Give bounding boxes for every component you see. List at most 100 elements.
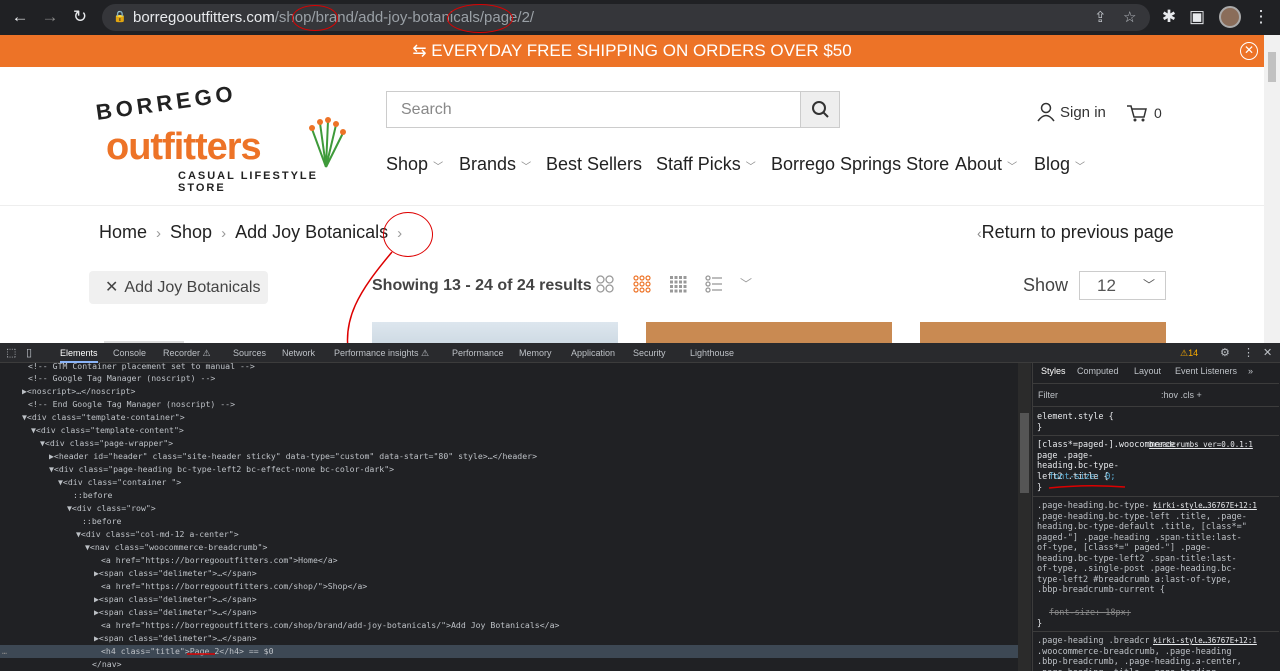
- nav-about[interactable]: About ﹀: [955, 154, 1017, 175]
- dom-node[interactable]: ▼<div class="template-content">: [31, 424, 184, 437]
- close-icon[interactable]: ✕: [1263, 343, 1272, 363]
- pseudo-element[interactable]: ::before: [82, 515, 121, 528]
- style-tools[interactable]: :hov .cls +: [1161, 390, 1202, 400]
- tab-layout[interactable]: Layout: [1134, 366, 1161, 376]
- dom-node[interactable]: <!-- End Google Tag Manager (noscript) -…: [28, 398, 235, 411]
- lock-icon: 🔒: [113, 11, 127, 23]
- gear-icon[interactable]: ⚙: [1220, 343, 1230, 363]
- dom-node[interactable]: ▶<header id="header" class="site-header …: [49, 450, 537, 463]
- tab-application[interactable]: Application: [571, 343, 615, 363]
- dom-node[interactable]: ▶<span class="delimeter">…</span>: [94, 593, 257, 606]
- dom-node[interactable]: ▼<div class="col-md-12 a-center">: [76, 528, 239, 541]
- nav-blog[interactable]: Blog ﹀: [1034, 154, 1085, 175]
- nav-staff-picks[interactable]: Staff Picks ﹀: [656, 154, 756, 175]
- tab-memory[interactable]: Memory: [519, 343, 552, 363]
- dom-node[interactable]: ▼<div class="row">: [67, 502, 156, 515]
- elements-scrollbar[interactable]: [1018, 363, 1031, 671]
- tab-event-listeners[interactable]: Event Listeners: [1175, 366, 1237, 376]
- issues-badge[interactable]: ⚠14: [1180, 343, 1198, 363]
- tab-recorder[interactable]: Recorder ⚠: [163, 343, 211, 363]
- tab-styles[interactable]: Styles: [1041, 366, 1066, 376]
- close-icon[interactable]: ✕: [1240, 42, 1258, 60]
- tab-performance[interactable]: Performance: [452, 343, 504, 363]
- chevron-down-icon: ﹀: [745, 162, 756, 173]
- product-thumbnail[interactable]: [646, 322, 892, 343]
- style-source-link[interactable]: kirki-style…36767E+12:1: [1149, 501, 1277, 512]
- search-button[interactable]: [801, 91, 840, 128]
- style-source-link[interactable]: kirki-style…36767E+12:1: [1149, 636, 1277, 647]
- search-input[interactable]: Search: [386, 91, 801, 128]
- return-link[interactable]: ‹Return to previous page: [977, 222, 1174, 243]
- style-rule[interactable]: element.style {}: [1037, 412, 1265, 433]
- style-declaration[interactable]: font-size: 18px;}: [1037, 608, 1277, 629]
- close-icon[interactable]: ✕: [105, 279, 118, 296]
- dom-node[interactable]: <a href="https://borregooutfitters.com/s…: [101, 619, 559, 632]
- breadcrumb-shop[interactable]: Shop: [170, 222, 212, 242]
- dom-node[interactable]: ▼<div class="template-container">: [22, 411, 185, 424]
- style-rule[interactable]: .page-heading.bc-type-left2 .title, .pag…: [1037, 501, 1247, 607]
- dom-node[interactable]: ▼<div class="page-wrapper">: [40, 437, 173, 450]
- tab-sources[interactable]: Sources: [233, 343, 266, 363]
- dom-node[interactable]: </nav>: [92, 658, 122, 671]
- bookmark-star-icon[interactable]: ☆: [1123, 4, 1136, 31]
- elements-tree[interactable]: <!-- GTM Container placement set to manu…: [0, 363, 1018, 671]
- profile-avatar[interactable]: [1219, 6, 1241, 28]
- forward-icon[interactable]: →: [39, 6, 61, 28]
- search-icon: [812, 101, 829, 118]
- back-icon[interactable]: ←: [9, 6, 31, 28]
- dom-node[interactable]: <a href="https://borregooutfitters.com">…: [101, 554, 338, 567]
- style-source-link[interactable]: breadcrumbs_ver=0.0.1:1: [1149, 440, 1277, 451]
- list-view-icon[interactable]: [705, 275, 723, 293]
- annotation-underline: [1048, 484, 1126, 489]
- sidepanel-icon[interactable]: ▣: [1186, 6, 1208, 28]
- tab-console[interactable]: Console: [113, 343, 146, 363]
- address-bar[interactable]: 🔒 borregooutfitters.com/shop/brand/add-j…: [102, 4, 1150, 31]
- tab-network[interactable]: Network: [282, 343, 315, 363]
- device-toggle-icon[interactable]: ▯: [26, 343, 32, 363]
- dom-node[interactable]: <a href="https://borregooutfitters.com/s…: [101, 580, 367, 593]
- chevron-right-icon[interactable]: »: [1248, 366, 1253, 376]
- breadcrumb-brand[interactable]: Add Joy Botanicals: [235, 222, 388, 242]
- menu-icon[interactable]: ⋮: [1250, 6, 1272, 28]
- grid-4-icon[interactable]: [669, 275, 687, 293]
- dom-node[interactable]: ▼<div class="page-heading bc-type-left2 …: [49, 463, 394, 476]
- tab-performance-insights[interactable]: Performance insights ⚠: [334, 343, 429, 363]
- tab-security[interactable]: Security: [633, 343, 666, 363]
- inspect-icon[interactable]: ⬚: [6, 343, 16, 363]
- more-icon[interactable]: …: [2, 645, 7, 658]
- dom-node[interactable]: ▼<nav class="woocommerce-breadcrumb">: [85, 541, 267, 554]
- reload-icon[interactable]: ↻: [69, 6, 91, 28]
- extensions-icon[interactable]: ✱: [1158, 6, 1180, 28]
- dom-node[interactable]: <!-- Google Tag Manager (noscript) -->: [28, 372, 215, 385]
- active-filter-chip[interactable]: ✕ Add Joy Botanicals: [89, 271, 268, 304]
- nav-best-sellers[interactable]: Best Sellers: [546, 154, 642, 175]
- page-scrollbar[interactable]: [1264, 35, 1280, 343]
- dom-node[interactable]: ▶<span class="delimeter">…</span>: [94, 567, 257, 580]
- annotation-circle: [292, 5, 338, 31]
- grid-2-icon[interactable]: [596, 275, 614, 293]
- selected-dom-node[interactable]: <h4 class="title">Page 2</h4> == $0: [0, 645, 1018, 658]
- pseudo-element[interactable]: ::before: [73, 489, 112, 502]
- more-icon[interactable]: ⋮: [1243, 343, 1254, 363]
- dom-node[interactable]: ▶<noscript>…</noscript>: [22, 385, 135, 398]
- breadcrumb-home[interactable]: Home: [99, 222, 147, 242]
- share-icon[interactable]: ⇪: [1094, 4, 1107, 31]
- dom-node[interactable]: ▶<span class="delimeter">…</span>: [94, 632, 257, 645]
- tab-computed[interactable]: Computed: [1077, 366, 1119, 376]
- nav-brands[interactable]: Brands ﹀: [459, 154, 531, 175]
- cart-link[interactable]: 0: [1126, 103, 1162, 123]
- dom-node[interactable]: ▼<div class="container ">: [58, 476, 181, 489]
- sign-in-link[interactable]: Sign in: [1036, 102, 1106, 122]
- styles-filter-input[interactable]: Filter: [1038, 390, 1058, 400]
- dom-node[interactable]: ▶<span class="delimeter">…</span>: [94, 606, 257, 619]
- nav-store[interactable]: Borrego Springs Store: [771, 154, 949, 175]
- ocotillo-icon: [309, 117, 346, 168]
- site-logo[interactable]: BORREGO outfitters CASUAL LIFESTYLE STOR…: [94, 81, 348, 194]
- tab-elements[interactable]: Elements: [60, 343, 98, 363]
- product-thumbnail[interactable]: [920, 322, 1166, 343]
- sort-chevron-icon[interactable]: ﹀: [740, 275, 752, 292]
- nav-shop[interactable]: Shop ﹀: [386, 154, 443, 175]
- tab-lighthouse[interactable]: Lighthouse: [690, 343, 734, 363]
- grid-3-icon[interactable]: [633, 275, 651, 293]
- per-page-select[interactable]: 12 ﹀: [1079, 271, 1166, 300]
